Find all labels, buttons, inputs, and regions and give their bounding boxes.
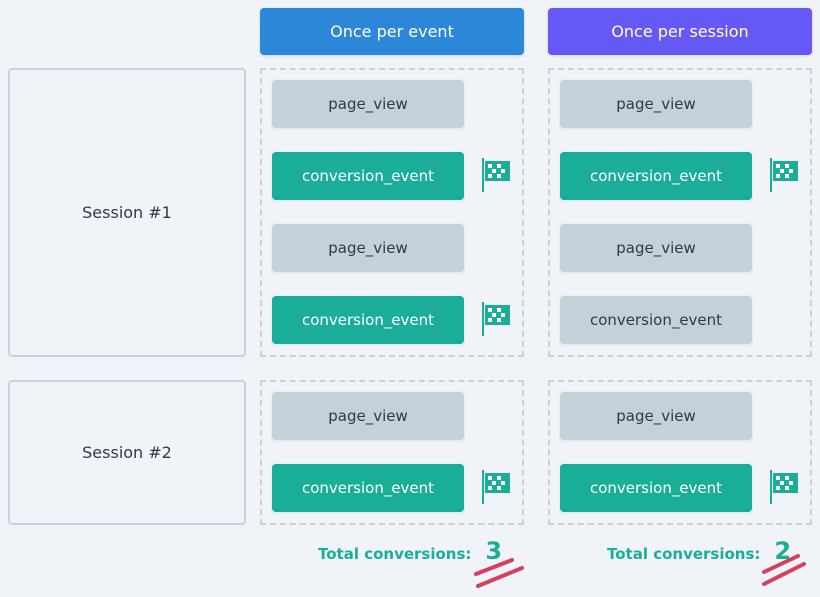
total-label: Total conversions:	[607, 545, 761, 563]
underline-strike-icon	[474, 558, 524, 588]
checkered-flag-icon	[480, 302, 512, 336]
checkered-flag-icon	[480, 158, 512, 192]
session-session1-group: page_view conversion_event page_view conver…	[548, 68, 812, 357]
page-view-block: page_view	[560, 80, 752, 128]
header-once-per-event: Once per event	[260, 8, 524, 55]
checkered-flag-icon	[768, 158, 800, 192]
session-session2-group: page_view conversion_event	[548, 380, 812, 525]
conversion-event-block-uncounted: conversion_event	[560, 296, 752, 344]
conversion-event-block: conversion_event	[560, 152, 752, 200]
session-1-label: Session #1	[8, 68, 246, 357]
page-view-block: page_view	[272, 80, 464, 128]
checkered-flag-icon	[480, 470, 512, 504]
event-session2-group: page_view conversion_event	[260, 380, 524, 525]
underline-strike-icon	[762, 554, 806, 586]
page-view-block: page_view	[560, 224, 752, 272]
conversion-event-block: conversion_event	[272, 152, 464, 200]
total-label: Total conversions:	[318, 545, 472, 563]
page-view-block: page_view	[272, 392, 464, 440]
page-view-block: page_view	[560, 392, 752, 440]
page-view-block: page_view	[272, 224, 464, 272]
event-session1-group: page_view conversion_event page_view conver…	[260, 68, 524, 357]
checkered-flag-icon	[768, 470, 800, 504]
header-once-per-session: Once per session	[548, 8, 812, 55]
conversion-event-block: conversion_event	[560, 464, 752, 512]
session-2-label: Session #2	[8, 380, 246, 525]
conversion-event-block: conversion_event	[272, 464, 464, 512]
conversion-event-block: conversion_event	[272, 296, 464, 344]
